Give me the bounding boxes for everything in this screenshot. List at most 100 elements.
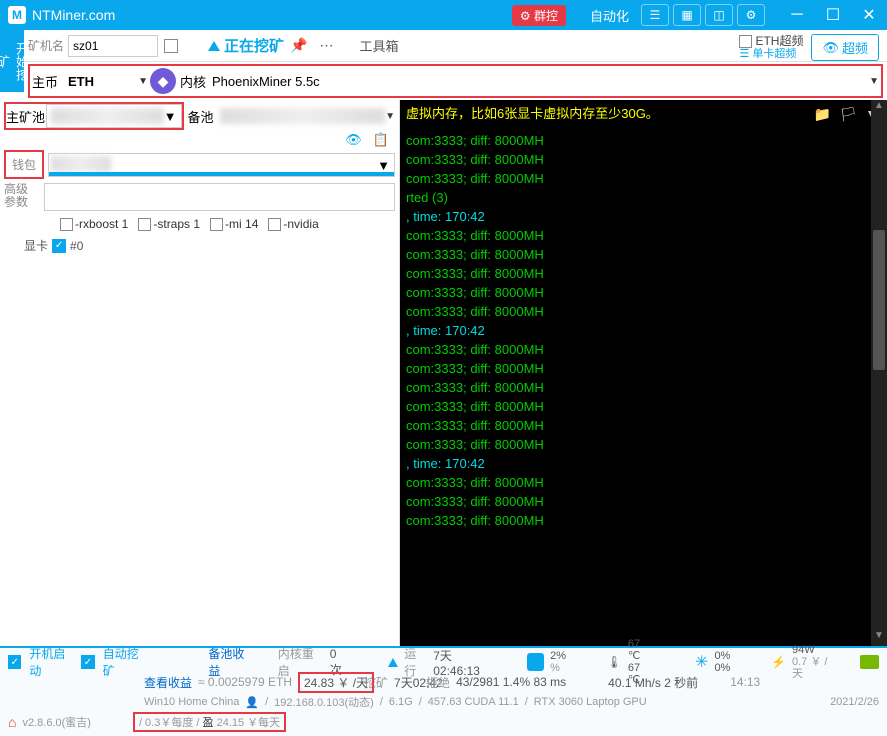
backup-pool-income-link[interactable]: 备池收益	[208, 645, 254, 679]
overclock-button[interactable]: 👁超频	[811, 34, 879, 61]
temp-1: 67 ℃	[628, 638, 654, 662]
console-warning: 虚拟内存，比如6张显卡虚拟内存至少30G。	[406, 104, 881, 123]
view-list-icon[interactable]: ☰	[641, 4, 669, 26]
eye-icon: 👁	[822, 40, 839, 56]
gpu-0-label: #0	[70, 239, 83, 253]
kernel-label: 内核	[180, 72, 208, 91]
start-mining-strip[interactable]: 开始挖矿	[0, 30, 24, 92]
main-coin-select[interactable]: ETH▼	[68, 74, 148, 89]
fan-icon: ✳	[695, 652, 708, 672]
power-icon: ⚡	[771, 655, 786, 669]
console-scrollbar[interactable]: ▲ ▼	[871, 100, 887, 646]
miner-name-checkbox[interactable]	[164, 39, 178, 53]
more-icon[interactable]: ⋯	[319, 37, 333, 54]
mem-info: 6.1G	[389, 696, 413, 708]
minimize-button[interactable]: ─	[779, 0, 815, 30]
console-output: ✕ 📁 🏳 ▼ 虚拟内存，比如6张显卡虚拟内存至少30G。 com:3333; …	[400, 100, 887, 646]
income-eth: ≈ 0.0025979 ETH	[198, 675, 292, 689]
run-icon	[388, 658, 398, 667]
console-line: , time: 170:42	[406, 454, 881, 473]
mem-percent: %	[550, 662, 566, 674]
backup-pool-label: 备池	[188, 107, 216, 126]
backup-pool-select[interactable]: ▼	[220, 108, 396, 124]
auto-mine-label: 自动挖矿	[103, 645, 149, 679]
advanced-params-label: 高级参数	[4, 183, 40, 211]
miner-name-input[interactable]	[68, 35, 158, 57]
check-nvidia[interactable]: -nvidia	[268, 217, 318, 231]
qunkong-button[interactable]: ⚙ 群控	[502, 0, 580, 30]
user-icon[interactable]: 👤	[245, 696, 259, 709]
play-icon	[208, 41, 220, 51]
boot-start-checkbox[interactable]: ✓	[8, 655, 21, 669]
hashrate: 40.1 Mh/s 2 秒前	[608, 674, 698, 691]
kernel-select[interactable]: PhoenixMiner 5.5c▼	[212, 74, 879, 89]
app-logo-icon: M	[8, 6, 26, 24]
gpu-label: 显卡	[24, 237, 48, 254]
console-line: com:3333; diff: 8000MH	[406, 245, 881, 264]
toolbox-label[interactable]: 工具箱	[359, 36, 398, 55]
view-income-link[interactable]: 查看收益	[144, 674, 192, 691]
view-grid-icon[interactable]: ▦	[673, 4, 701, 26]
fan-1: 0%	[714, 650, 730, 662]
miner-name-label: 矿机名	[28, 37, 64, 54]
console-flag-icon[interactable]: 🏳	[839, 106, 857, 123]
eth-overclock-label: ETH超频	[755, 35, 803, 48]
console-line: com:3333; diff: 8000MH	[406, 150, 881, 169]
console-line: com:3333; diff: 8000MH	[406, 283, 881, 302]
console-line: com:3333; diff: 8000MH	[406, 340, 881, 359]
console-line: com:3333; diff: 8000MH	[406, 226, 881, 245]
os-info: Win10 Home China	[144, 696, 239, 708]
thermometer-icon: 🌡	[607, 655, 622, 669]
clock-time: 14:13	[730, 675, 760, 689]
income-cny: 24.83 ￥ /天	[298, 672, 374, 693]
cpu-percent: 2%	[550, 650, 566, 662]
app-title: NTMiner.com	[32, 7, 115, 23]
check-straps[interactable]: -straps 1	[138, 217, 200, 231]
check-mi[interactable]: -mi 14	[210, 217, 258, 231]
gpu-0-checkbox[interactable]: ✓	[52, 239, 66, 253]
wallet-visibility-icon[interactable]: 👁	[345, 132, 362, 148]
main-pool-label: 主矿池	[6, 107, 46, 126]
wallet-input[interactable]: ▼	[48, 153, 395, 177]
date-info: 2021/2/26	[830, 696, 879, 708]
mining-status: 正在挖矿	[208, 35, 284, 56]
home-icon[interactable]: ⌂	[8, 714, 16, 730]
main-pool-select[interactable]: ▼	[46, 104, 182, 128]
single-card-oc-link[interactable]: ☰ 单卡超频	[739, 48, 796, 61]
pin-icon[interactable]: 📌	[290, 37, 307, 54]
ip-info: 192.168.0.103(动态)	[274, 694, 374, 710]
boot-start-label: 开机启动	[29, 645, 75, 679]
console-line: com:3333; diff: 8000MH	[406, 492, 881, 511]
profit-box: / 0.3￥每度 / 盈 24.15 ￥每天	[133, 712, 286, 732]
version-info: v2.8.6.0(蜜吉)	[22, 714, 90, 730]
power-cost: 0.7 ￥ /天	[792, 656, 836, 680]
console-line: , time: 170:42	[406, 321, 881, 340]
maximize-button[interactable]: ☐	[815, 0, 851, 30]
auto-mine-checkbox[interactable]: ✓	[81, 655, 94, 669]
nvidia-icon	[860, 655, 879, 669]
cpu-icon	[527, 653, 544, 671]
console-line: com:3333; diff: 8000MH	[406, 397, 881, 416]
scrollbar-thumb[interactable]	[873, 230, 885, 370]
check-rxboost[interactable]: -rxboost 1	[60, 217, 128, 231]
advanced-params-input[interactable]	[44, 183, 395, 211]
close-button[interactable]: ✕	[851, 0, 887, 30]
console-line: , time: 170:42	[406, 207, 881, 226]
wallet-label: 钱包	[4, 150, 44, 179]
console-folder-icon[interactable]: 📁	[814, 106, 831, 123]
status-bar: ✓ 开机启动 ✓ 自动挖矿 备池收益 内核重启 0次 运行 7天02:46:13…	[0, 646, 887, 736]
settings-icon[interactable]: ⚙	[737, 4, 765, 26]
gpu-info: RTX 3060 Laptop GPU	[534, 696, 647, 708]
view-cube-icon[interactable]: ◫	[705, 4, 733, 26]
power-watts: 94W	[792, 644, 836, 656]
console-line: com:3333; diff: 8000MH	[406, 416, 881, 435]
main-pool-wrap: 主矿池 ▼	[4, 102, 184, 130]
console-line: com:3333; diff: 8000MH	[406, 378, 881, 397]
eth-overclock-checkbox[interactable]	[739, 35, 752, 48]
console-line: rted (3)	[406, 188, 881, 207]
automation-button[interactable]: 自动化	[580, 0, 639, 30]
console-line: com:3333; diff: 8000MH	[406, 359, 881, 378]
wallet-copy-icon[interactable]: 📋	[373, 132, 389, 148]
console-line: com:3333; diff: 8000MH	[406, 169, 881, 188]
console-line: com:3333; diff: 8000MH	[406, 473, 881, 492]
